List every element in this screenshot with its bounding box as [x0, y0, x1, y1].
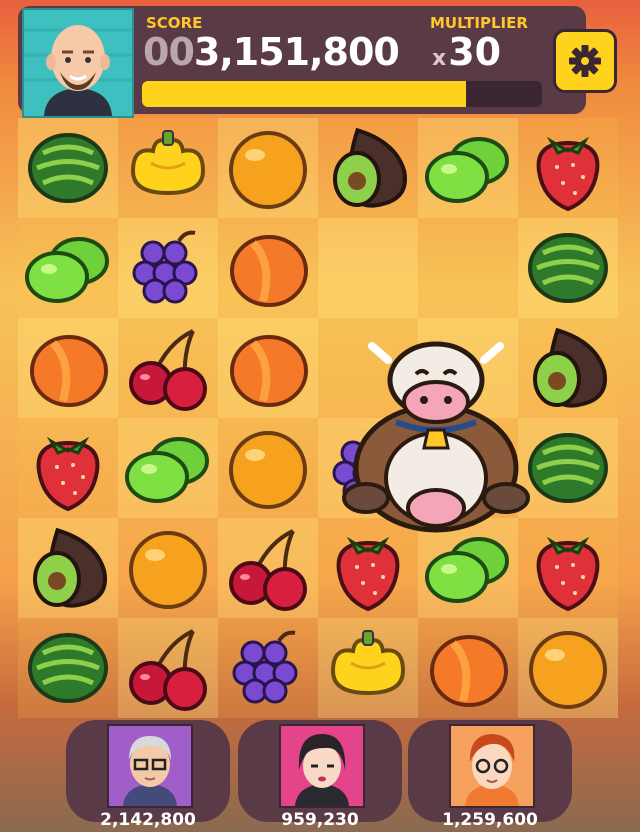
multiplier-number: 30: [448, 30, 502, 74]
cow-blocker-icon[interactable]: [336, 338, 536, 538]
friend-card-2[interactable]: 959,230: [238, 720, 402, 830]
multiplier-prefix: x: [432, 46, 447, 71]
friend-1-avatar: [107, 724, 193, 808]
lime-icon[interactable]: [23, 223, 113, 313]
board-cell: [218, 618, 318, 718]
board-cell: [118, 418, 218, 518]
gear-icon: [569, 45, 601, 77]
board-cell: [318, 618, 418, 718]
board-cell: [218, 518, 318, 618]
grapes-icon[interactable]: [223, 623, 313, 713]
board-cell: [518, 118, 618, 218]
board-cell: [18, 318, 118, 418]
score-leading-zeros: 00: [143, 30, 195, 74]
strawberry-icon[interactable]: [523, 523, 613, 613]
friend-2-avatar: [279, 724, 365, 808]
squash-icon[interactable]: [123, 123, 213, 213]
orange-icon[interactable]: [223, 423, 313, 513]
board-cell: [18, 118, 118, 218]
board-cell: [18, 418, 118, 518]
board-cell: [518, 618, 618, 718]
grapes-icon[interactable]: [123, 223, 213, 313]
peach-icon[interactable]: [23, 323, 113, 413]
board-cell: [18, 518, 118, 618]
peach-icon[interactable]: [223, 323, 313, 413]
multiplier-value: x30: [432, 30, 501, 74]
player-avatar: [22, 8, 134, 118]
friend-card-1[interactable]: 2,142,800: [66, 720, 230, 830]
watermelon-icon[interactable]: [523, 223, 613, 313]
board-cell: [18, 618, 118, 718]
board-cell: [118, 618, 218, 718]
avocado-icon[interactable]: [323, 123, 413, 213]
board-cell: [218, 118, 318, 218]
friend-card-3[interactable]: 1,259,600: [408, 720, 572, 830]
cherry-icon[interactable]: [123, 623, 213, 713]
board-cell: [18, 218, 118, 318]
board-cell: [218, 218, 318, 318]
score-progress-fill: [142, 81, 466, 107]
friends-bar: 2,142,800 959,230 1,259,600: [0, 716, 640, 832]
friend-3-score: 1,259,600: [442, 810, 538, 830]
board-cell: [118, 518, 218, 618]
watermelon-icon[interactable]: [523, 423, 613, 513]
board-cell: [418, 618, 518, 718]
orange-icon[interactable]: [523, 623, 613, 713]
watermelon-icon[interactable]: [23, 123, 113, 213]
orange-icon[interactable]: [223, 123, 313, 213]
board-cell: [218, 318, 318, 418]
game-board: [18, 118, 618, 718]
lime-icon[interactable]: [123, 423, 213, 513]
strawberry-icon[interactable]: [523, 123, 613, 213]
peach-icon[interactable]: [423, 623, 513, 713]
settings-button[interactable]: [553, 29, 617, 93]
board-cell: [118, 218, 218, 318]
squash-icon[interactable]: [323, 623, 413, 713]
cherry-icon[interactable]: [223, 523, 313, 613]
board-cell: [218, 418, 318, 518]
peach-icon[interactable]: [223, 223, 313, 313]
board-cell: [318, 218, 418, 318]
score-value: 003,151,800: [143, 30, 400, 74]
board-cell: [118, 318, 218, 418]
friend-2-score: 959,230: [281, 810, 359, 830]
score-progress-bar: [142, 81, 542, 107]
friend-1-score: 2,142,800: [100, 810, 196, 830]
score-number: 3,151,800: [193, 30, 400, 74]
cherry-icon[interactable]: [123, 323, 213, 413]
board-cell: [418, 218, 518, 318]
avocado-icon[interactable]: [23, 523, 113, 613]
strawberry-icon[interactable]: [23, 423, 113, 513]
board-cell: [518, 218, 618, 318]
lime-icon[interactable]: [423, 123, 513, 213]
board-cell: [318, 118, 418, 218]
board-cell: [418, 118, 518, 218]
friend-3-avatar: [449, 724, 535, 808]
avocado-icon[interactable]: [523, 323, 613, 413]
board-cell: [118, 118, 218, 218]
orange-icon[interactable]: [123, 523, 213, 613]
watermelon-icon[interactable]: [23, 623, 113, 713]
